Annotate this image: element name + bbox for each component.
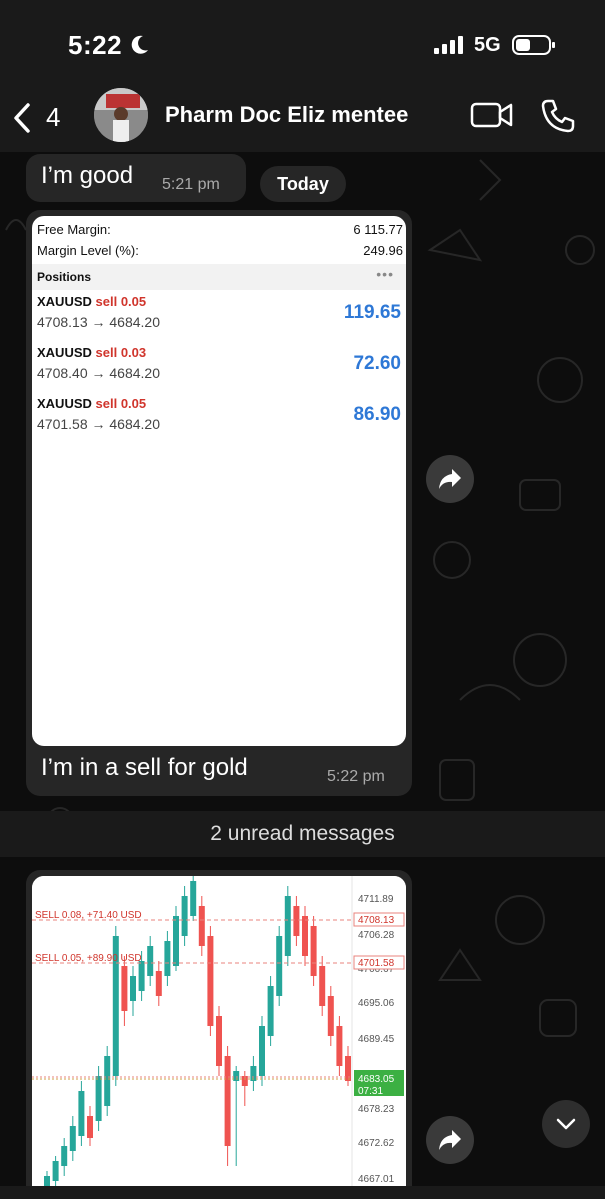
unread-messages-divider: 2 unread messages	[0, 811, 605, 857]
chevron-down-icon	[556, 1118, 576, 1130]
price-chart-screenshot[interactable]: SELL 0.08, +71.40 USD SELL 0.05, +89.90 …	[32, 876, 406, 1199]
position-profit: 119.65	[343, 302, 401, 323]
free-margin-row: Free Margin: 6 115.77	[37, 222, 403, 237]
candle-body	[259, 1026, 265, 1076]
candle-body	[284, 896, 291, 956]
order-price-tag: 4708.13	[358, 915, 395, 926]
candle-body	[78, 1091, 85, 1136]
forward-arrow-icon	[439, 1130, 461, 1150]
price-tick: 4689.45	[358, 1034, 395, 1045]
candle-body	[293, 906, 300, 936]
candle-body	[87, 1116, 93, 1138]
message-caption: I’m in a sell for gold	[41, 754, 248, 781]
forward-button[interactable]	[426, 1116, 474, 1164]
avatar[interactable]	[94, 88, 148, 142]
position-profit: 86.90	[353, 404, 401, 425]
message-time: 5:22 pm	[327, 768, 385, 785]
candle-body	[164, 941, 171, 976]
candle-body	[121, 966, 128, 1011]
price-tick: 4695.06	[358, 998, 395, 1009]
unread-chats-count: 4	[46, 102, 61, 132]
image-message-bubble[interactable]: SELL 0.08, +71.40 USD SELL 0.05, +89.90 …	[26, 870, 412, 1199]
chat-header: 4 Pharm Doc Eliz mentee	[0, 86, 605, 152]
current-price-tag: 4683.05	[358, 1074, 395, 1085]
forward-arrow-icon	[439, 469, 461, 489]
candle-body	[336, 1026, 343, 1066]
candle-body	[267, 986, 274, 1036]
voice-call-icon[interactable]	[540, 98, 576, 134]
candle-body	[138, 961, 145, 991]
candle-body	[173, 916, 179, 966]
position-row: XAUUSD sell 0.03 4708.40 → 4684.20 72.60	[37, 345, 401, 381]
message-text: I’m good	[41, 162, 134, 189]
order-price-tag: 4701.58	[358, 958, 395, 969]
network-type: 5G	[474, 34, 501, 56]
battery-icon	[512, 35, 555, 55]
scroll-to-bottom-button[interactable]	[542, 1100, 590, 1148]
price-tick: 4667.01	[358, 1174, 395, 1185]
candle-body	[302, 916, 308, 956]
candle-body	[130, 976, 136, 1001]
candle-body	[216, 1016, 222, 1066]
price-tick: 4678.23	[358, 1104, 395, 1115]
candle-body	[52, 1161, 59, 1181]
positions-screenshot[interactable]: Free Margin: 6 115.77 Margin Level (%): …	[32, 216, 406, 746]
candle-body	[319, 966, 326, 1006]
bottom-bar	[0, 1186, 605, 1199]
more-icon: •••	[376, 266, 394, 282]
candle-body	[207, 936, 214, 1026]
candle-body	[147, 946, 154, 976]
message-bubble[interactable]: I’m good 5:21 pm	[26, 154, 246, 202]
message-time: 5:21 pm	[162, 176, 220, 193]
chat-name[interactable]: Pharm Doc Eliz mentee	[165, 102, 408, 128]
candle-body	[198, 906, 205, 946]
position-row: XAUUSD sell 0.05 4701.58 → 4684.20 86.90	[37, 396, 401, 432]
candle-body	[327, 996, 334, 1036]
do-not-disturb-moon-icon	[131, 35, 148, 54]
candle-body	[276, 936, 283, 996]
cellular-signal-icon	[434, 36, 463, 54]
position-row: XAUUSD sell 0.05 4708.13 → 4684.20 119.6…	[37, 294, 401, 330]
back-button[interactable]: 4	[12, 102, 60, 133]
chevron-left-icon	[14, 102, 30, 133]
candle-body	[310, 926, 317, 976]
candle-body	[155, 971, 162, 996]
price-tick: 4711.89	[358, 894, 394, 905]
order-label: SELL 0.05, +89.90 USD	[35, 953, 142, 964]
candle-body	[69, 1126, 76, 1151]
forward-button[interactable]	[426, 455, 474, 503]
date-separator: Today	[260, 166, 346, 202]
candle-body	[61, 1146, 68, 1166]
order-label: SELL 0.08, +71.40 USD	[35, 910, 142, 921]
candle-body	[181, 896, 188, 936]
candle-body	[95, 1076, 102, 1121]
position-profit: 72.60	[353, 353, 401, 374]
positions-header: Positions •••	[32, 264, 406, 290]
video-call-icon[interactable]	[470, 100, 514, 130]
margin-level-row: Margin Level (%): 249.96	[37, 243, 403, 258]
status-time: 5:22	[68, 30, 123, 60]
status-bar: 5:22 5G	[0, 0, 605, 86]
candle-body	[190, 881, 197, 916]
price-tick: 4706.28	[358, 930, 395, 941]
candle-body	[224, 1056, 231, 1146]
price-tick: 4672.62	[358, 1138, 395, 1149]
candle-body	[104, 1056, 111, 1106]
image-message-bubble[interactable]: Free Margin: 6 115.77 Margin Level (%): …	[26, 210, 412, 796]
candle-countdown: 07:31	[358, 1086, 383, 1097]
